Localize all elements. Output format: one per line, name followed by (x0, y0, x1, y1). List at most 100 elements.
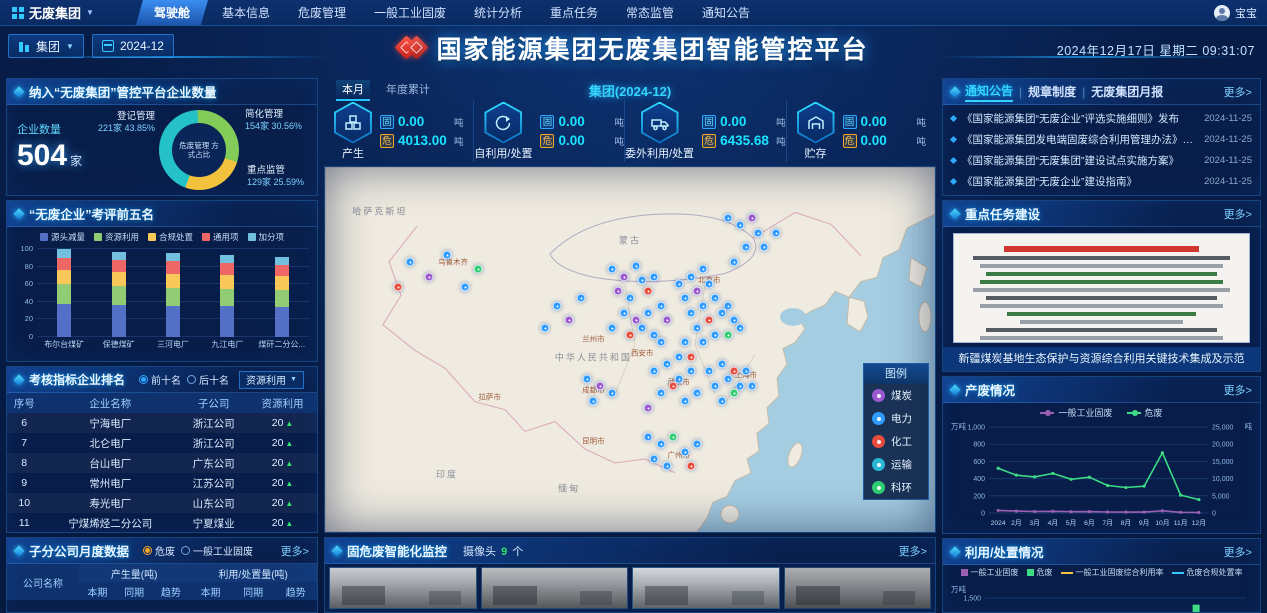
map-marker-dl[interactable] (754, 228, 763, 237)
map-marker-dl[interactable] (638, 323, 647, 332)
nav-item-一般工业固废[interactable]: 一般工业固废 (360, 0, 460, 25)
nav-item-重点任务[interactable]: 重点任务 (536, 0, 612, 25)
map-marker-dl[interactable] (705, 367, 714, 376)
map-marker-mt[interactable] (693, 287, 702, 296)
util-more-link[interactable]: 更多> (1224, 544, 1252, 560)
camera-thumb[interactable] (784, 567, 932, 609)
map-marker-mt[interactable] (424, 272, 433, 281)
map-marker-dl[interactable] (699, 338, 708, 347)
map-marker-dl[interactable] (717, 396, 726, 405)
legend-item-危废[interactable]: 危废 (1027, 567, 1053, 578)
map-marker-dl[interactable] (656, 338, 665, 347)
app-logo[interactable]: 无废集团 ▼ (0, 3, 108, 22)
legend-item-合规处置[interactable]: 合规处置 (148, 231, 193, 243)
map-marker-hg[interactable] (668, 382, 677, 391)
map-marker-dl[interactable] (711, 330, 720, 339)
map-marker-hg[interactable] (687, 352, 696, 361)
map-marker-dl[interactable] (699, 265, 708, 274)
map-marker-mt[interactable] (613, 287, 622, 296)
map-marker-kh[interactable] (729, 389, 738, 398)
map-marker-dl[interactable] (607, 389, 616, 398)
nav-item-驾驶舱[interactable]: 驾驶舱 (136, 0, 208, 25)
map-marker-dl[interactable] (741, 243, 750, 252)
notice-tab-通知公告[interactable]: 通知公告 (965, 82, 1013, 102)
map-marker-dl[interactable] (717, 309, 726, 318)
map-marker-dl[interactable] (748, 382, 757, 391)
map-marker-dl[interactable] (711, 294, 720, 303)
map-marker-dl[interactable] (687, 309, 696, 318)
map-marker-dl[interactable] (693, 323, 702, 332)
map-marker-dl[interactable] (552, 301, 561, 310)
map-marker-dl[interactable] (461, 283, 470, 292)
map-legend-item-化工[interactable]: 化工 (864, 430, 928, 453)
table-row[interactable]: 7北仑电厂浙江公司20▲ (7, 433, 317, 453)
notice-item[interactable]: 《国家能源集团发电端固废综合利用管理办法》发布 2024-11-25 (951, 129, 1252, 150)
map-marker-dl[interactable] (644, 433, 653, 442)
map-marker-hg[interactable] (394, 283, 403, 292)
map-marker-dl[interactable] (772, 228, 781, 237)
map-marker-dl[interactable] (680, 294, 689, 303)
rank-top10-radio[interactable]: 前十名 (139, 372, 181, 387)
map-marker-dl[interactable] (723, 374, 732, 383)
legend-item-一般工业固废[interactable]: 一般工业固废 (961, 567, 1019, 578)
rank-bottom10-radio[interactable]: 后十名 (187, 372, 229, 387)
map-legend-item-运输[interactable]: 运输 (864, 453, 928, 476)
map-legend-item-科环[interactable]: 科环 (864, 476, 928, 499)
map-marker-dl[interactable] (589, 396, 598, 405)
camera-thumb[interactable] (481, 567, 629, 609)
stacked-bar-九江电厂[interactable] (220, 255, 234, 337)
tab-month[interactable]: 本月 (336, 80, 370, 101)
camera-thumb[interactable] (329, 567, 477, 609)
map-marker-dl[interactable] (674, 279, 683, 288)
notice-item[interactable]: 《国家能源集团“无废企业”评选实施细则》发布 2024-11-25 (951, 108, 1252, 129)
map-marker-dl[interactable] (583, 374, 592, 383)
map-marker-dl[interactable] (723, 214, 732, 223)
map-marker-dl[interactable] (662, 462, 671, 471)
map-marker-mt[interactable] (565, 316, 574, 325)
map-marker-dl[interactable] (687, 367, 696, 376)
map-marker-mt[interactable] (662, 316, 671, 325)
map-marker-mt[interactable] (595, 382, 604, 391)
map-marker-dl[interactable] (607, 265, 616, 274)
map-marker-dl[interactable] (741, 367, 750, 376)
map-marker-dl[interactable] (674, 352, 683, 361)
map-marker-dl[interactable] (699, 301, 708, 310)
map-marker-dl[interactable] (607, 323, 616, 332)
map-marker-dl[interactable] (406, 257, 415, 266)
task-more-link[interactable]: 更多> (1224, 206, 1252, 222)
map-marker-dl[interactable] (680, 396, 689, 405)
map-marker-dl[interactable] (705, 279, 714, 288)
map-marker-dl[interactable] (680, 447, 689, 456)
map-marker-dl[interactable] (626, 294, 635, 303)
camera-thumb[interactable] (632, 567, 780, 609)
table-row[interactable]: 10寿光电厂山东公司20▲ (7, 493, 317, 513)
map-marker-dl[interactable] (632, 261, 641, 270)
table-row[interactable]: 9常州电厂江苏公司20▲ (7, 473, 317, 493)
map-marker-kh[interactable] (473, 265, 482, 274)
nav-item-常态监管[interactable]: 常态监管 (612, 0, 688, 25)
table-row[interactable]: 8台山电厂广东公司20▲ (7, 453, 317, 473)
stacked-bar-三河电厂[interactable] (166, 253, 180, 337)
map-marker-hg[interactable] (705, 316, 714, 325)
map-marker-hg[interactable] (626, 330, 635, 339)
rank-metric-select[interactable]: 资源利用▼ (239, 371, 304, 389)
stacked-bar-布尔台煤矿[interactable] (57, 249, 71, 337)
legend-item-一般工业固废[interactable]: 一般工业固废 (1040, 406, 1112, 419)
map-marker-dl[interactable] (711, 382, 720, 391)
map-marker-dl[interactable] (650, 455, 659, 464)
monthly-haz-radio[interactable]: 危废 (143, 543, 175, 558)
map-marker-dl[interactable] (540, 323, 549, 332)
notice-item[interactable]: 《国家能源集团“无废集团”建设试点实施方案》 2024-11-25 (951, 150, 1252, 171)
notice-tab-无废集团月报[interactable]: 无废集团月报 (1091, 83, 1163, 100)
nav-item-基本信息[interactable]: 基本信息 (208, 0, 284, 25)
map-marker-dl[interactable] (735, 323, 744, 332)
waste-more-link[interactable]: 更多> (1224, 382, 1252, 398)
map-marker-hg[interactable] (687, 462, 696, 471)
map-marker-hg[interactable] (644, 287, 653, 296)
document-preview[interactable] (953, 233, 1250, 343)
user-menu[interactable]: 宝宝 (1214, 5, 1267, 21)
legend-item-资源利用[interactable]: 资源利用 (94, 231, 139, 243)
map-marker-dl[interactable] (650, 367, 659, 376)
map-legend-item-煤炭[interactable]: 煤炭 (864, 384, 928, 407)
stacked-bar-煤矸二分公...[interactable] (275, 257, 289, 337)
